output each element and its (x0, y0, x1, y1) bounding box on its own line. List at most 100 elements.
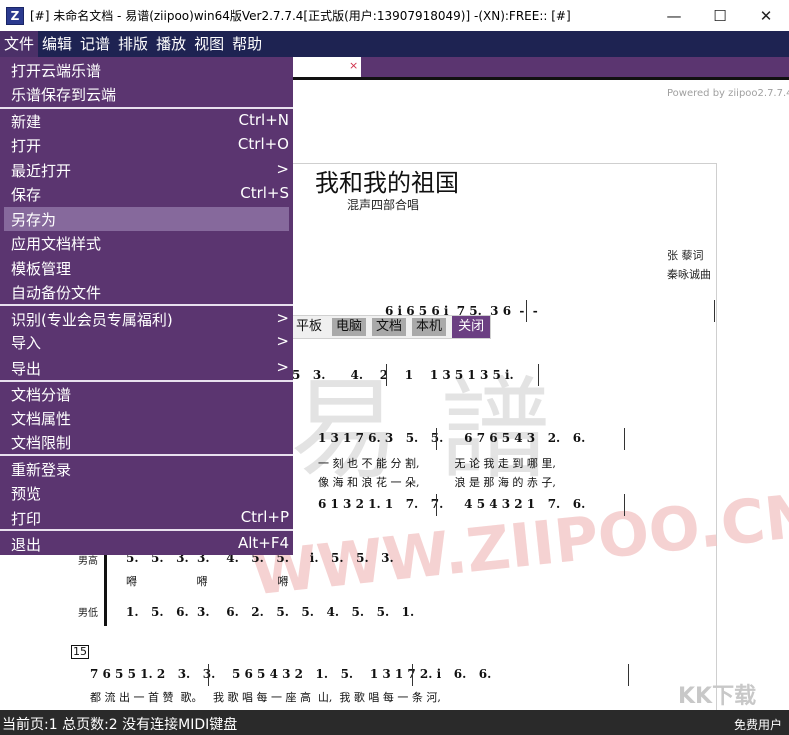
menu-play[interactable]: 播放 (152, 31, 190, 57)
close-window-button[interactable]: ✕ (743, 0, 789, 31)
menu-item-new[interactable]: 新建 Ctrl+N (0, 109, 293, 133)
menu-item-preview[interactable]: 预览 (0, 481, 293, 505)
menu-item-recognize[interactable]: 识别(专业会员专属福利) > (0, 307, 293, 331)
menu-view[interactable]: 视图 (190, 31, 228, 57)
measure-number: 15 (71, 645, 89, 659)
barline (412, 664, 413, 686)
tab-close-icon[interactable]: × (349, 59, 358, 72)
user-type-badge: 免费用户 (734, 718, 783, 732)
menu-layout[interactable]: 排版 (114, 31, 152, 57)
status-bar: 当前页:1 总页数:2 没有连接MIDI键盘 免费用户 (0, 710, 789, 735)
score-title: 我和我的祖国 (315, 169, 459, 197)
menu-item-shortcut: Ctrl+S (240, 184, 289, 202)
menu-item-label: 导出 (11, 360, 42, 378)
menu-item-import[interactable]: 导入 > (0, 330, 293, 354)
barline (628, 664, 629, 686)
view-desktop-button[interactable]: 电脑 (332, 318, 367, 336)
menu-item-shortcut: Ctrl+N (238, 111, 289, 129)
menu-item-auto-backup[interactable]: 自动备份文件 (0, 280, 293, 304)
submenu-arrow-icon: > (276, 160, 289, 178)
view-local-button[interactable]: 本机 (412, 318, 447, 336)
menu-separator (0, 529, 293, 531)
menu-item-label: 打印 (11, 510, 42, 528)
lyric-row-3b: 像 海 和 浪 花 一 朵, 浪 是 那 海 的 赤 子, (318, 476, 556, 489)
menu-item-label: 模板管理 (11, 260, 72, 278)
part-label-bass: 男低 (78, 608, 98, 619)
menu-item-label: 另存为 (11, 211, 57, 229)
barline (436, 494, 437, 516)
site-watermark: KK下载 (678, 684, 757, 709)
menu-item-label: 导入 (11, 334, 42, 352)
view-tablet-button[interactable]: 平板 (292, 318, 326, 336)
menu-item-save-as[interactable]: 另存为 (4, 207, 289, 231)
barline (436, 428, 437, 450)
menu-item-open[interactable]: 打开 Ctrl+O (0, 133, 293, 157)
menu-help[interactable]: 帮助 (228, 31, 266, 57)
menu-item-recent[interactable]: 最近打开 > (0, 158, 293, 182)
menu-item-shortcut: Ctrl+O (237, 135, 289, 153)
lyric-row-3a: 一 刻 也 不 能 分 割, 无 论 我 走 到 哪 里, (318, 457, 556, 470)
barline (624, 428, 625, 450)
staff-brace (104, 548, 107, 626)
score-row-6: 1. 5. 6. 3. 6. 2. 5. 5. 4. 5. 5. 1. (126, 605, 415, 619)
menu-item-label: 打开 (11, 137, 42, 155)
menu-item-label: 重新登录 (11, 461, 72, 479)
menu-item-print[interactable]: 打印 Ctrl+P (0, 506, 293, 530)
menu-item-save[interactable]: 保存 Ctrl+S (0, 182, 293, 206)
score-row-3: 1 3 1 7 6. 3 5. 5. 6 7 6 5 4 3 2. 6. (318, 431, 586, 445)
menu-item-apply-style[interactable]: 应用文档样式 (0, 231, 293, 255)
menu-item-label: 退出 (11, 536, 42, 554)
menu-item-label: 文档属性 (11, 410, 72, 428)
menu-item-export[interactable]: 导出 > (0, 356, 293, 380)
menu-item-label: 文档分谱 (11, 386, 72, 404)
score-row-7: 7 6 5 5 1. 2 3. 3. 5 6 5 4 3 2 1. 5. 1 3… (90, 667, 492, 681)
menu-item-shortcut: Alt+F4 (237, 534, 289, 552)
file-menu-dropdown: 打开云端乐谱 乐谱保存到云端 新建 Ctrl+N 打开 Ctrl+O 最近打开 … (0, 57, 293, 555)
score-subtitle: 混声四部合唱 (347, 198, 420, 212)
powered-by-text: Powered by ziipoo2.7.7.4 (667, 88, 789, 99)
barline (386, 364, 387, 386)
submenu-arrow-icon: > (276, 358, 289, 376)
lyricist-credit: 张 藜词 (667, 249, 704, 262)
menu-item-shortcut: Ctrl+P (240, 508, 289, 526)
submenu-arrow-icon: > (276, 309, 289, 327)
menu-item-label: 保存 (11, 186, 42, 204)
menu-item-label: 应用文档样式 (11, 235, 102, 253)
view-mode-toolbar: 平板 电脑 文档 本机 关闭 (288, 315, 492, 339)
menu-item-exit[interactable]: 退出 Alt+F4 (0, 532, 293, 556)
menu-item-label: 文档限制 (11, 434, 72, 452)
menu-item-label: 最近打开 (11, 162, 72, 180)
lyric-row-7: 都 流 出 一 首 赞 歌。 我 歌 唱 每 一 座 高 山, 我 歌 唱 每 … (90, 691, 441, 704)
menu-edit[interactable]: 编辑 (38, 31, 76, 57)
menu-item-save-cloud[interactable]: 乐谱保存到云端 (0, 82, 293, 106)
menu-separator (0, 454, 293, 456)
view-close-button[interactable]: 关闭 (452, 316, 491, 338)
maximize-button[interactable]: ☐ (697, 0, 743, 31)
menu-item-label: 乐谱保存到云端 (11, 86, 117, 104)
barline (714, 300, 715, 322)
menu-item-relogin[interactable]: 重新登录 (0, 457, 293, 481)
menu-item-label: 预览 (11, 485, 42, 503)
menu-item-label: 识别(专业会员专属福利) (11, 311, 173, 329)
status-text: 当前页:1 总页数:2 没有连接MIDI键盘 (2, 717, 238, 733)
app-logo-icon: Z (6, 6, 24, 25)
menu-item-label: 新建 (11, 113, 42, 131)
menu-file[interactable]: 文件 (0, 31, 39, 57)
menu-item-doc-restrictions[interactable]: 文档限制 (0, 430, 293, 454)
composer-credit: 秦咏诚曲 (667, 268, 711, 281)
barline (526, 300, 527, 322)
page-border-right (716, 163, 717, 710)
minimize-button[interactable]: — (651, 0, 697, 31)
lyric-row-5: 嘚 嘚 嘚 (126, 575, 289, 588)
menu-item-templates[interactable]: 模板管理 (0, 256, 293, 280)
app-window: Z [#] 未命名文档 - 易谱(ziipoo)win64版Ver2.7.7.4… (0, 0, 789, 735)
menu-notation[interactable]: 记谱 (76, 31, 114, 57)
view-document-button[interactable]: 文档 (372, 318, 407, 336)
window-title: [#] 未命名文档 - 易谱(ziipoo)win64版Ver2.7.7.4[正… (30, 9, 571, 23)
menu-item-open-cloud[interactable]: 打开云端乐谱 (0, 58, 293, 82)
menu-bar: 文件 编辑 记谱 排版 播放 视图 帮助 (0, 31, 789, 57)
barline (208, 664, 209, 686)
score-row-4: 6 1 3 2 1. 1 7. 7. 4 5 4 3 2 1 7. 6. (318, 497, 586, 511)
menu-item-doc-properties[interactable]: 文档属性 (0, 406, 293, 430)
menu-item-split-parts[interactable]: 文档分谱 (0, 382, 293, 406)
